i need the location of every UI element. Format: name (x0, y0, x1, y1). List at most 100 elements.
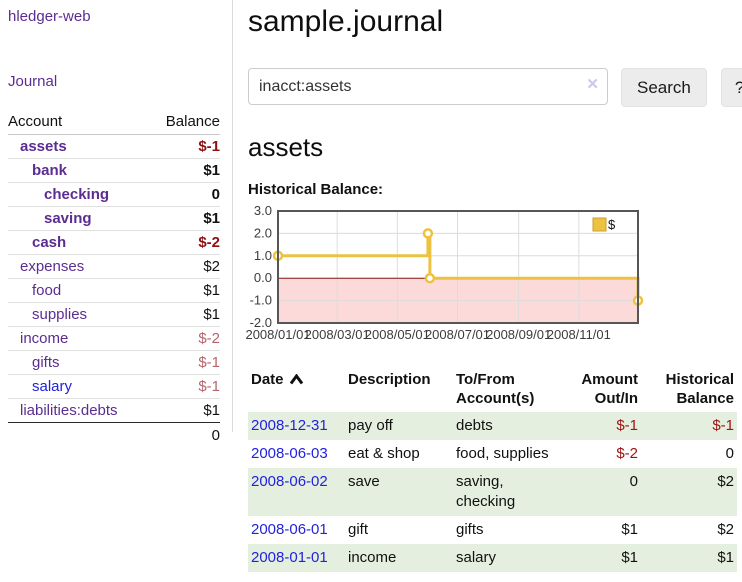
account-balance: $2 (150, 255, 220, 279)
account-link[interactable]: checking (44, 186, 109, 203)
transaction-description: save (345, 468, 453, 516)
svg-text:2008/01/01: 2008/01/01 (245, 327, 310, 342)
transaction-description: pay off (345, 412, 453, 440)
balance-column-header-register: Historical Balance (641, 366, 737, 412)
svg-text:3.0: 3.0 (254, 203, 272, 218)
accounts-column-header: To/From Account(s) (453, 366, 557, 412)
account-row: assets $-1 (8, 135, 220, 159)
account-row: gifts $-1 (8, 351, 220, 375)
transaction-date-link[interactable]: 2008-06-03 (251, 445, 328, 462)
transaction-date-link[interactable]: 2008-12-31 (251, 417, 328, 434)
account-row: saving $1 (8, 207, 220, 231)
account-link[interactable]: expenses (20, 258, 84, 275)
register-header-row: Date Description To/From Account(s) Amou… (248, 366, 737, 412)
svg-text:2008/07/01: 2008/07/01 (425, 327, 490, 342)
account-row: expenses $2 (8, 255, 220, 279)
brand-link[interactable]: hledger-web (8, 8, 91, 25)
register-row: 2008-06-02 save saving, checking 0 $2 (248, 468, 737, 516)
transaction-date-link[interactable]: 2008-06-01 (251, 521, 328, 538)
transaction-date-link[interactable]: 2008-01-01 (251, 549, 328, 566)
accounts-total-value: 0 (150, 423, 220, 448)
svg-text:-1.0: -1.0 (250, 293, 272, 308)
transaction-balance: 0 (641, 440, 737, 468)
search-box: ✕ (248, 68, 608, 105)
svg-text:$: $ (608, 217, 616, 232)
transaction-description: income (345, 544, 453, 572)
accounts-header-row: Account Balance (8, 110, 220, 135)
account-link[interactable]: assets (20, 138, 67, 155)
transaction-amount: $1 (557, 544, 641, 572)
account-balance: $1 (150, 279, 220, 303)
account-link[interactable]: income (20, 330, 68, 347)
account-row: cash $-2 (8, 231, 220, 255)
account-link[interactable]: cash (32, 234, 66, 251)
accounts-total-row: 0 (8, 423, 220, 448)
svg-text:2008/09/01: 2008/09/01 (486, 327, 551, 342)
svg-text:1.0: 1.0 (254, 248, 272, 263)
account-balance: $-1 (150, 375, 220, 399)
account-row: checking 0 (8, 183, 220, 207)
balance-chart-svg[interactable]: 3.02.01.00.0-1.0-2.02008/01/012008/03/01… (248, 208, 640, 342)
transaction-accounts: food, supplies (453, 440, 557, 468)
svg-text:0.0: 0.0 (254, 270, 272, 285)
transaction-balance: $-1 (641, 412, 737, 440)
svg-text:2008/05/01: 2008/05/01 (365, 327, 430, 342)
account-balance: $1 (150, 303, 220, 327)
account-balance: $1 (150, 159, 220, 183)
balance-column-header: Balance (150, 110, 220, 135)
transaction-description: eat & shop (345, 440, 453, 468)
main-content: sample.journal ✕ Search ? assets Histori… (248, 0, 738, 572)
account-link[interactable]: supplies (32, 306, 87, 323)
account-link[interactable]: liabilities:debts (20, 402, 118, 419)
register-table: Date Description To/From Account(s) Amou… (248, 366, 737, 572)
search-input[interactable] (248, 68, 608, 105)
transaction-date-link[interactable]: 2008-06-02 (251, 473, 328, 490)
account-link[interactable]: gifts (32, 354, 60, 371)
account-link[interactable]: bank (32, 162, 67, 179)
historical-balance-chart[interactable]: 3.02.01.00.0-1.0-2.02008/01/012008/03/01… (248, 208, 640, 342)
description-column-header: Description (345, 366, 453, 412)
transaction-description: gift (345, 516, 453, 544)
account-balance: $-1 (150, 351, 220, 375)
chart-title: Historical Balance: (248, 181, 738, 198)
account-link[interactable]: salary (32, 378, 72, 395)
account-balance: 0 (150, 183, 220, 207)
account-link[interactable]: food (32, 282, 61, 299)
account-balance: $-1 (150, 135, 220, 159)
page-title: sample.journal (248, 5, 738, 39)
account-column-header: Account (8, 110, 150, 135)
account-heading: assets (248, 132, 738, 163)
accounts-table: Account Balance assets $-1 ban (8, 110, 220, 447)
transaction-accounts: gifts (453, 516, 557, 544)
transaction-balance: $1 (641, 544, 737, 572)
transaction-accounts: salary (453, 544, 557, 572)
svg-text:2.0: 2.0 (254, 225, 272, 240)
transaction-balance: $2 (641, 516, 737, 544)
account-row: liabilities:debts $1 (8, 399, 220, 423)
account-balance: $1 (150, 207, 220, 231)
register-row: 2008-06-01 gift gifts $1 $2 (248, 516, 737, 544)
search-button[interactable]: Search (621, 68, 707, 107)
transaction-balance: $2 (641, 468, 737, 516)
sidebar: hledger-web Journal Account Balance asse… (0, 0, 233, 432)
sidebar-item-journal[interactable]: Journal (8, 73, 57, 90)
register-row: 2008-01-01 income salary $1 $1 (248, 544, 737, 572)
date-column-header: Date (248, 366, 345, 412)
account-balance: $-2 (150, 231, 220, 255)
transaction-amount: $1 (557, 516, 641, 544)
account-link[interactable]: saving (44, 210, 92, 227)
transaction-amount: $-2 (557, 440, 641, 468)
sort-ascending-icon (289, 371, 304, 390)
clear-search-icon[interactable]: ✕ (586, 77, 599, 92)
transaction-amount: $-1 (557, 412, 641, 440)
register-row: 2008-06-03 eat & shop food, supplies $-2… (248, 440, 737, 468)
hledger-web-app: hledger-web Journal Account Balance asse… (0, 0, 742, 582)
account-row: income $-2 (8, 327, 220, 351)
account-row: bank $1 (8, 159, 220, 183)
amount-column-header: Amount Out/In (557, 366, 641, 412)
register-row: 2008-12-31 pay off debts $-1 $-1 (248, 412, 737, 440)
account-balance: $1 (150, 399, 220, 423)
help-button[interactable]: ? (721, 68, 742, 107)
transaction-accounts: debts (453, 412, 557, 440)
transaction-accounts: saving, checking (453, 468, 557, 516)
